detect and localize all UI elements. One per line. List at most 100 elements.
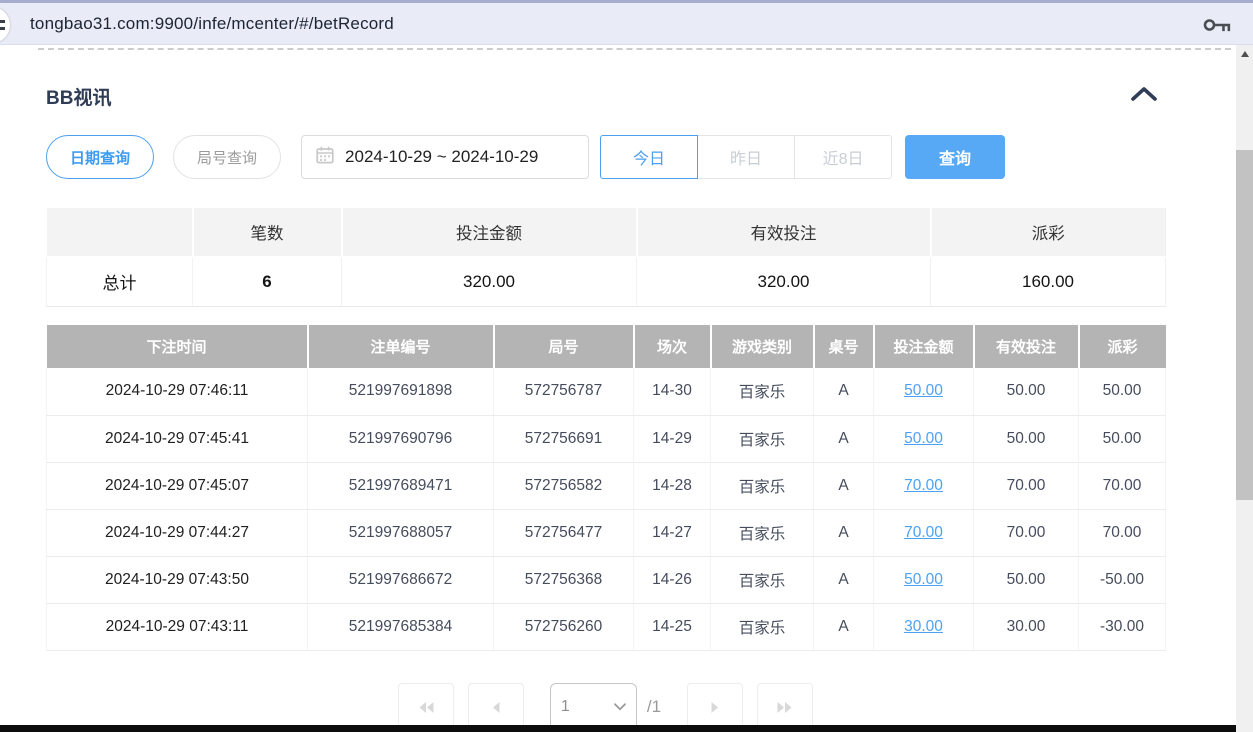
round-no-cell: 572756582 — [494, 462, 634, 509]
search-button[interactable]: 查询 — [905, 135, 1005, 179]
summary-valid-bet-value: 320.00 — [637, 257, 931, 306]
table-no-cell: A — [814, 415, 874, 462]
valid-bet-cell: 30.00 — [974, 603, 1079, 650]
game-type-cell: 百家乐 — [711, 509, 814, 556]
valid-bet-cell: 70.00 — [974, 509, 1079, 556]
summary-total-row: 总计 6 320.00 320.00 160.00 — [47, 257, 1166, 306]
bet-amount-link[interactable]: 30.00 — [904, 618, 943, 635]
summary-payout-value: 160.00 — [931, 257, 1166, 306]
round-query-tab[interactable]: 局号查询 — [173, 135, 281, 179]
total-pages-label: /1 — [647, 697, 661, 717]
bet-amount-cell: 50.00 — [874, 556, 974, 603]
table-row: 2024-10-29 07:43:50 521997686672 5727563… — [47, 556, 1166, 603]
bet-time-cell: 2024-10-29 07:46:11 — [47, 368, 308, 415]
summary-header-payout: 派彩 — [931, 208, 1166, 257]
header-game-type: 游戏类别 — [711, 325, 814, 368]
bottom-edge — [0, 725, 1236, 732]
header-order-no: 注单编号 — [308, 325, 494, 368]
date-range-value: 2024-10-29 ~ 2024-10-29 — [345, 147, 538, 167]
valid-bet-cell: 70.00 — [974, 462, 1079, 509]
summary-bet-amount-value: 320.00 — [342, 257, 637, 306]
header-bet-time: 下注时间 — [47, 325, 308, 368]
table-no-cell: A — [814, 462, 874, 509]
bet-time-cell: 2024-10-29 07:43:11 — [47, 603, 308, 650]
game-type-cell: 百家乐 — [711, 415, 814, 462]
date-range-input[interactable]: 2024-10-29 ~ 2024-10-29 — [301, 135, 589, 179]
browser-address-bar[interactable]: tongbao31.com:9900/infe/mcenter/#/betRec… — [0, 3, 1253, 45]
bet-amount-link[interactable]: 50.00 — [904, 382, 943, 399]
date-query-tab[interactable]: 日期查询 — [46, 135, 154, 179]
next-page-button[interactable] — [687, 683, 743, 731]
bet-amount-link[interactable]: 50.00 — [904, 571, 943, 588]
game-type-cell: 百家乐 — [711, 603, 814, 650]
prev-page-button[interactable] — [468, 683, 524, 731]
game-type-cell: 百家乐 — [711, 368, 814, 415]
bet-time-cell: 2024-10-29 07:45:07 — [47, 462, 308, 509]
page-select[interactable]: 1 — [550, 683, 637, 731]
order-no-cell: 521997688057 — [308, 509, 494, 556]
bet-amount-link[interactable]: 70.00 — [904, 477, 943, 494]
header-table-no: 桌号 — [814, 325, 874, 368]
table-row: 2024-10-29 07:44:27 521997688057 5727564… — [47, 509, 1166, 556]
site-info-icon[interactable] — [0, 7, 10, 43]
bet-amount-link[interactable]: 50.00 — [904, 430, 943, 447]
yesterday-button[interactable]: 昨日 — [697, 135, 795, 179]
bet-time-cell: 2024-10-29 07:45:41 — [47, 415, 308, 462]
summary-table: 笔数 投注金额 有效投注 派彩 总计 6 320.00 320.00 160.0… — [46, 208, 1166, 307]
summary-header-empty — [47, 208, 193, 257]
summary-header-row: 笔数 投注金额 有效投注 派彩 — [47, 208, 1166, 257]
url-text: tongbao31.com:9900/infe/mcenter/#/betRec… — [0, 14, 394, 34]
first-page-button[interactable] — [398, 683, 454, 731]
header-valid-bet: 有效投注 — [974, 325, 1079, 368]
order-no-cell: 521997691898 — [308, 368, 494, 415]
valid-bet-cell: 50.00 — [974, 415, 1079, 462]
bet-amount-link[interactable]: 70.00 — [904, 524, 943, 541]
last-8-days-button[interactable]: 近8日 — [794, 135, 892, 179]
records-header-row: 下注时间 注单编号 局号 场次 游戏类别 桌号 投注金额 有效投注 派彩 — [47, 325, 1166, 368]
pagination: 1 /1 — [46, 683, 1165, 731]
payout-cell: 70.00 — [1079, 462, 1166, 509]
header-payout: 派彩 — [1079, 325, 1166, 368]
table-row: 2024-10-29 07:43:11 521997685384 5727562… — [47, 603, 1166, 650]
bet-amount-cell: 30.00 — [874, 603, 974, 650]
page: tongbao31.com:9900/infe/mcenter/#/betRec… — [0, 0, 1253, 732]
today-button[interactable]: 今日 — [600, 135, 698, 179]
bet-amount-cell: 50.00 — [874, 415, 974, 462]
table-no-cell: A — [814, 603, 874, 650]
summary-header-bet-amount: 投注金额 — [342, 208, 637, 257]
payout-cell: 50.00 — [1079, 415, 1166, 462]
round-no-cell: 572756477 — [494, 509, 634, 556]
key-icon[interactable] — [1202, 14, 1231, 41]
game-type-cell: 百家乐 — [711, 556, 814, 603]
order-no-cell: 521997685384 — [308, 603, 494, 650]
valid-bet-cell: 50.00 — [974, 556, 1079, 603]
round-no-cell: 572756368 — [494, 556, 634, 603]
summary-total-label: 总计 — [47, 257, 193, 306]
bet-amount-cell: 50.00 — [874, 368, 974, 415]
calendar-icon — [316, 146, 334, 169]
scroll-up-button[interactable] — [1236, 45, 1253, 62]
payout-cell: 50.00 — [1079, 368, 1166, 415]
scrollbar[interactable] — [1236, 45, 1253, 732]
dashed-divider — [38, 48, 1231, 50]
payout-cell: -30.00 — [1079, 603, 1166, 650]
bet-records-table: 下注时间 注单编号 局号 场次 游戏类别 桌号 投注金额 有效投注 派彩 202… — [46, 325, 1166, 651]
game-type-cell: 百家乐 — [711, 462, 814, 509]
scrollbar-thumb[interactable] — [1236, 150, 1253, 500]
last-page-button[interactable] — [757, 683, 813, 731]
filter-bar: 日期查询 局号查询 2024-10-29 ~ 2024-10-29 今日 — [46, 135, 1005, 179]
collapse-chevron-up-icon[interactable] — [1128, 85, 1160, 105]
table-row: 2024-10-29 07:45:41 521997690796 5727566… — [47, 415, 1166, 462]
order-no-cell: 521997690796 — [308, 415, 494, 462]
table-no-cell: A — [814, 368, 874, 415]
table-no-cell: A — [814, 509, 874, 556]
valid-bet-cell: 50.00 — [974, 368, 1079, 415]
summary-count-value: 6 — [193, 257, 342, 306]
current-page-value: 1 — [561, 698, 570, 716]
session-cell: 14-28 — [634, 462, 711, 509]
table-no-cell: A — [814, 556, 874, 603]
scroll-up-arrow-icon — [1241, 51, 1249, 57]
chevron-down-icon — [614, 703, 626, 711]
session-cell: 14-26 — [634, 556, 711, 603]
page-title: BB视讯 — [46, 83, 111, 110]
